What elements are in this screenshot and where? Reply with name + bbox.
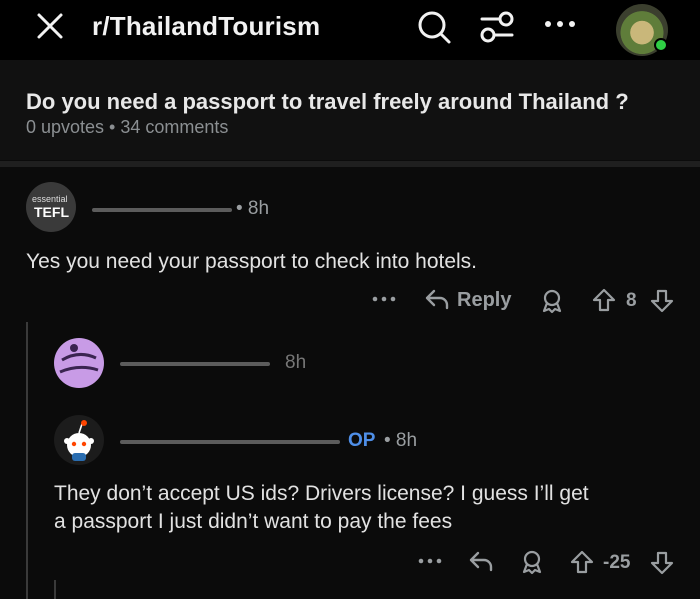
op-badge: OP <box>348 430 376 451</box>
upvote-icon[interactable] <box>592 288 616 312</box>
downvote-icon[interactable] <box>650 289 674 313</box>
divider <box>0 161 700 167</box>
username-redacted <box>120 440 340 444</box>
avatar-art <box>59 344 99 374</box>
username-redacted <box>92 208 232 212</box>
snoo-icon <box>64 420 94 461</box>
subreddit-title[interactable]: r/ThailandTourism <box>92 11 320 42</box>
close-icon[interactable] <box>34 10 66 42</box>
award-icon[interactable] <box>520 549 544 575</box>
reply-icon[interactable] <box>424 288 450 310</box>
more-icon[interactable] <box>542 14 578 34</box>
comment-time: • 8h <box>384 430 418 451</box>
comment-body-line: They don’t accept US ids? Drivers licens… <box>54 482 589 505</box>
more-icon[interactable] <box>372 294 396 304</box>
thread-line <box>54 580 56 599</box>
top-bar: r/ThailandTourism <box>0 0 700 60</box>
comment-avatar[interactable] <box>54 415 104 465</box>
vote-count: 8 <box>626 290 637 311</box>
downvote-icon[interactable] <box>650 551 674 575</box>
post-title[interactable]: Do you need a passport to travel freely … <box>26 89 629 115</box>
comment-avatar[interactable]: essential TEFL <box>26 182 76 232</box>
reply-icon[interactable] <box>468 550 494 572</box>
reply-button[interactable]: Reply <box>457 289 511 312</box>
avatar-text-small: essential <box>32 194 68 204</box>
vote-count: -25 <box>603 552 631 573</box>
more-icon[interactable] <box>418 556 442 566</box>
online-indicator <box>654 38 668 52</box>
thread-line <box>26 322 28 599</box>
avatar-text-big: TEFL <box>34 204 69 220</box>
comment-time: • 8h <box>236 198 270 219</box>
post-meta: 0 upvotes • 34 comments <box>26 117 229 137</box>
search-icon[interactable] <box>415 8 453 46</box>
filter-icon[interactable] <box>478 8 516 46</box>
comment-body: Yes you need your passport to check into… <box>26 250 478 273</box>
comment-body-line: a passport I just didn’t want to pay the… <box>54 510 453 533</box>
upvote-icon[interactable] <box>570 550 594 574</box>
comment-avatar[interactable] <box>54 338 104 388</box>
award-icon[interactable] <box>540 288 564 314</box>
comment-time: 8h <box>285 352 307 373</box>
username-redacted <box>120 362 270 366</box>
